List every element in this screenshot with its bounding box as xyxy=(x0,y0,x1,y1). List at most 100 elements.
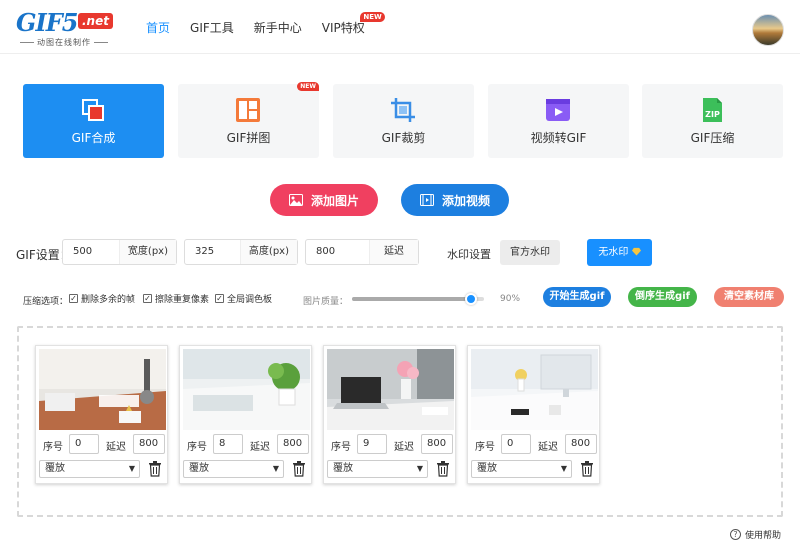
delay-label: 延迟 xyxy=(106,442,126,453)
diamond-icon xyxy=(631,247,641,256)
frame-card[interactable]: 序号 0 延迟 800 覆放 ▼ xyxy=(35,345,168,484)
delay-field[interactable]: 800 延迟 xyxy=(305,239,419,265)
tool-label: GIF压缩 xyxy=(690,131,735,145)
compression-label: 压缩选项： xyxy=(23,297,69,307)
chevron-down-icon: ▼ xyxy=(272,464,279,473)
zip-icon: ZIP xyxy=(703,98,722,122)
official-watermark-button[interactable]: 官方水印 xyxy=(500,240,560,265)
help-label: 使用帮助 xyxy=(745,531,782,541)
trash-icon[interactable] xyxy=(148,461,162,477)
frame-thumbnail xyxy=(183,349,310,430)
width-unit: 宽度(px) xyxy=(118,240,176,264)
start-generate-button[interactable]: 开始生成gif xyxy=(543,287,611,307)
clear-library-button[interactable]: 清空素材库 xyxy=(714,287,784,307)
mode-select[interactable]: 覆放 ▼ xyxy=(471,460,572,478)
delay-input[interactable]: 800 xyxy=(565,434,597,454)
mode-select[interactable]: 覆放 ▼ xyxy=(39,460,140,478)
option-remove-frames[interactable]: ✓ 删除多余的帧 xyxy=(69,292,135,305)
frame-card[interactable]: 序号 8 延迟 800 覆放 ▼ xyxy=(179,345,312,484)
tool-gif-crop[interactable]: GIF裁剪 xyxy=(333,84,474,158)
order-label: 序号 xyxy=(331,442,351,453)
tool-label: GIF拼图 xyxy=(226,131,271,145)
tool-label: GIF裁剪 xyxy=(381,131,426,145)
tool-video-to-gif[interactable]: 视频转GIF xyxy=(488,84,629,158)
delay-input[interactable]: 800 xyxy=(421,434,453,454)
video-icon xyxy=(546,99,570,121)
avatar[interactable] xyxy=(752,14,784,46)
option-label: 删除多余的帧 xyxy=(81,295,136,305)
new-badge: NEW xyxy=(297,82,319,91)
checkbox-checked-icon[interactable]: ✓ xyxy=(69,294,78,303)
order-input[interactable]: 8 xyxy=(213,434,243,454)
frame-card[interactable]: 序号 0 延迟 800 覆放 ▼ xyxy=(467,345,600,484)
logo[interactable]: GIF5 .net 动图在线制作 xyxy=(16,8,116,48)
frame-card[interactable]: 序号 9 延迟 800 覆放 ▼ xyxy=(323,345,456,484)
checkbox-checked-icon[interactable]: ✓ xyxy=(143,294,152,303)
delay-input[interactable]: 800 xyxy=(133,434,165,454)
frame-library: 序号 0 延迟 800 覆放 ▼ 序号 8 延迟 800 覆放 ▼ 序号 9 延… xyxy=(17,326,783,517)
add-image-label: 添加图片 xyxy=(310,193,359,208)
trash-icon[interactable] xyxy=(436,461,450,477)
frame-thumbnail xyxy=(327,349,454,430)
nav-vip[interactable]: VIP特权 NEW xyxy=(322,12,385,36)
order-label: 序号 xyxy=(475,442,495,453)
quality-slider-thumb[interactable] xyxy=(464,293,477,305)
width-field[interactable]: 500 宽度(px) xyxy=(62,239,177,265)
quality-slider[interactable] xyxy=(352,293,484,305)
add-image-button[interactable]: 添加图片 xyxy=(270,184,378,216)
width-value[interactable]: 500 xyxy=(73,246,92,257)
delay-value[interactable]: 800 xyxy=(316,246,335,257)
logo-subtitle: 动图在线制作 xyxy=(16,37,112,48)
order-input[interactable]: 9 xyxy=(357,434,387,454)
reverse-generate-button[interactable]: 倒序生成gif xyxy=(628,287,697,307)
delay-input[interactable]: 800 xyxy=(277,434,309,454)
frame-thumbnail xyxy=(39,349,166,430)
order-label: 序号 xyxy=(43,442,63,453)
merge-icon xyxy=(82,99,104,121)
film-icon xyxy=(419,194,434,206)
height-field[interactable]: 325 高度(px) xyxy=(184,239,298,265)
add-video-button[interactable]: 添加视频 xyxy=(401,184,509,216)
quality-label: 图片质量： xyxy=(303,297,349,307)
mode-value: 覆放 xyxy=(189,463,209,474)
order-input[interactable]: 0 xyxy=(69,434,99,454)
option-label: 全局调色板 xyxy=(227,295,273,305)
tool-gif-compress[interactable]: ZIP GIF压缩 xyxy=(642,84,783,158)
no-watermark-button[interactable]: 无水印 xyxy=(587,239,652,266)
trash-icon[interactable] xyxy=(292,461,306,477)
watermark-label: 水印设置 xyxy=(447,248,491,261)
nav-home[interactable]: 首页 xyxy=(146,20,170,36)
help-link[interactable]: ? 使用帮助 xyxy=(730,528,781,541)
delay-label: 延迟 xyxy=(250,442,270,453)
add-video-label: 添加视频 xyxy=(441,193,490,208)
delay-label: 延迟 xyxy=(394,442,414,453)
delay-unit: 延迟 xyxy=(369,240,418,264)
tool-label: 视频转GIF xyxy=(530,131,587,145)
no-watermark-label: 无水印 xyxy=(598,247,629,258)
option-label: 擦除重复像素 xyxy=(155,295,210,305)
header: GIF5 .net 动图在线制作 首页 GIF工具 新手中心 VIP特权 NEW xyxy=(0,0,800,54)
mode-select[interactable]: 覆放 ▼ xyxy=(183,460,284,478)
option-global-palette[interactable]: ✓ 全局调色板 xyxy=(215,292,272,305)
chevron-down-icon: ▼ xyxy=(128,464,135,473)
nav-gif-tools[interactable]: GIF工具 xyxy=(190,20,234,36)
tool-label: GIF合成 xyxy=(71,131,116,145)
logo-text: GIF5 xyxy=(16,8,78,37)
frame-thumbnail xyxy=(471,349,598,430)
zip-text: ZIP xyxy=(705,110,720,119)
nav-beginner-center[interactable]: 新手中心 xyxy=(254,20,302,36)
question-icon: ? xyxy=(730,529,741,540)
tool-gif-merge[interactable]: GIF合成 xyxy=(23,84,164,158)
crop-icon xyxy=(391,98,415,122)
checkbox-checked-icon[interactable]: ✓ xyxy=(215,294,224,303)
option-erase-pixels[interactable]: ✓ 擦除重复像素 xyxy=(143,292,209,305)
tool-gif-collage[interactable]: NEW GIF拼图 xyxy=(178,82,319,158)
trash-icon[interactable] xyxy=(580,461,594,477)
mode-select[interactable]: 覆放 ▼ xyxy=(327,460,428,478)
tool-cards: GIF合成 NEW GIF拼图 GIF裁剪 视频转GIF ZIP GIF压缩 xyxy=(23,82,783,158)
order-input[interactable]: 0 xyxy=(501,434,531,454)
delay-label: 延迟 xyxy=(538,442,558,453)
height-value[interactable]: 325 xyxy=(195,246,214,257)
main-nav: 首页 GIF工具 新手中心 VIP特权 NEW xyxy=(146,12,385,36)
chevron-down-icon: ▼ xyxy=(560,464,567,473)
